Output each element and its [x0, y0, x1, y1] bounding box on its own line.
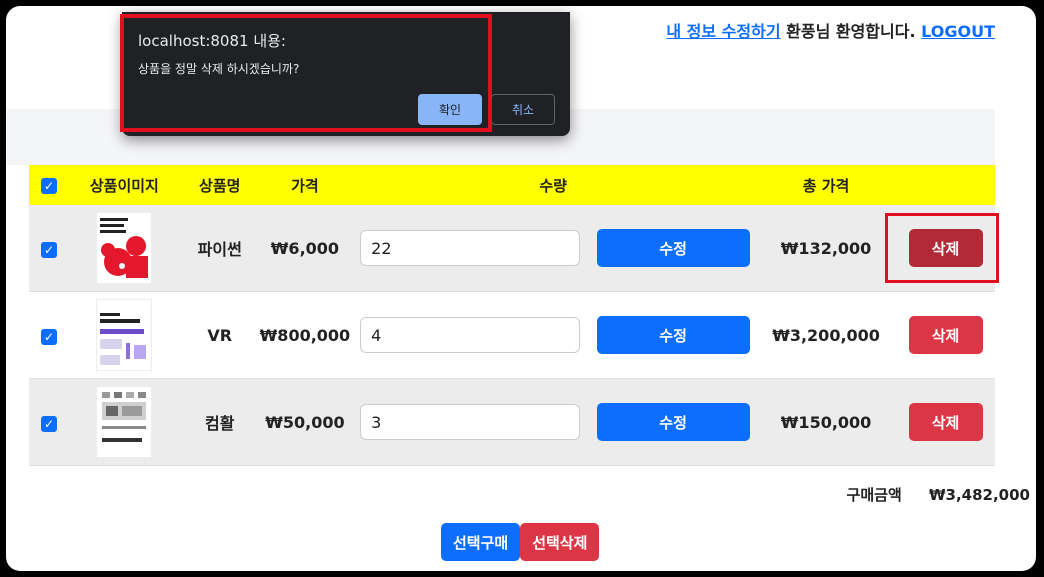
book-cover-python	[96, 212, 153, 284]
update-button[interactable]: 수정	[596, 403, 750, 441]
row-total: ₩150,000	[756, 378, 897, 466]
row-checkbox[interactable]: ✓	[40, 415, 57, 432]
delete-button[interactable]: 삭제	[908, 403, 983, 441]
header-quantity: 수량	[350, 165, 757, 205]
quantity-input[interactable]	[360, 230, 581, 266]
product-name: VR	[179, 291, 260, 379]
product-price: ₩50,000	[259, 378, 351, 466]
row-total: ₩132,000	[756, 205, 897, 292]
dialog-highlight-box	[120, 14, 492, 132]
greeting-text: 환풍님 환영합니다.	[780, 22, 922, 41]
purchase-summary: 구매금액 ₩3,482,000	[825, 484, 1030, 505]
table-row: ✓ 컴활 ₩50,000 3 수정 ₩150,000 삭제	[29, 378, 995, 466]
table-header-row: ✓ 상품이미지 상품명 가격 수량 총 가격	[29, 165, 995, 205]
book-cover-computer	[96, 386, 153, 458]
delete-button[interactable]: 삭제	[908, 316, 983, 354]
buy-selected-button[interactable]: 선택구매	[441, 523, 521, 561]
quantity-input[interactable]	[360, 317, 581, 353]
delete-selected-button[interactable]: 선택삭제	[520, 523, 600, 561]
product-name: 파이썬	[179, 205, 260, 292]
header-total: 총 가격	[756, 165, 897, 205]
summary-label: 구매금액	[846, 486, 902, 504]
header-image: 상품이미지	[68, 165, 180, 205]
summary-amount: ₩3,482,000	[928, 486, 1030, 504]
delete-highlight-box	[885, 213, 999, 283]
dialog-cancel-button[interactable]: 취소	[491, 94, 555, 125]
bulk-actions: 선택구매 선택삭제	[441, 523, 600, 561]
header-name: 상품명	[179, 165, 260, 205]
book-cover-vr	[96, 299, 153, 371]
quantity-input[interactable]	[360, 404, 581, 440]
logout-link[interactable]: LOGOUT	[921, 22, 995, 41]
edit-info-link[interactable]: 내 정보 수정하기	[666, 22, 780, 41]
select-all-checkbox[interactable]: ✓	[40, 178, 57, 194]
update-button[interactable]: 수정	[596, 229, 750, 267]
row-checkbox[interactable]: ✓	[40, 328, 57, 345]
product-name: 컴활	[179, 378, 260, 466]
table-row: ✓ VR ₩800,000 수정	[29, 291, 995, 379]
header-price: 가격	[259, 165, 351, 205]
product-price: ₩800,000	[259, 291, 351, 379]
product-price: ₩6,000	[259, 205, 351, 292]
cart-page: 내 정보 수정하기 환풍님 환영합니다. LOGOUT ✓ 상품이미지 상품명 …	[6, 6, 1036, 571]
row-checkbox[interactable]: ✓	[40, 241, 57, 258]
update-button[interactable]: 수정	[596, 316, 750, 354]
user-bar: 내 정보 수정하기 환풍님 환영합니다. LOGOUT	[666, 18, 995, 42]
row-total: ₩3,200,000	[756, 291, 897, 379]
table-row: ✓ 파이썬 ₩6,000 22 수정 ₩132,000 삭제	[29, 205, 995, 292]
cart-table: ✓ 상품이미지 상품명 가격 수량 총 가격 ✓ 파이썬 ₩6,000 22 수…	[29, 165, 995, 466]
